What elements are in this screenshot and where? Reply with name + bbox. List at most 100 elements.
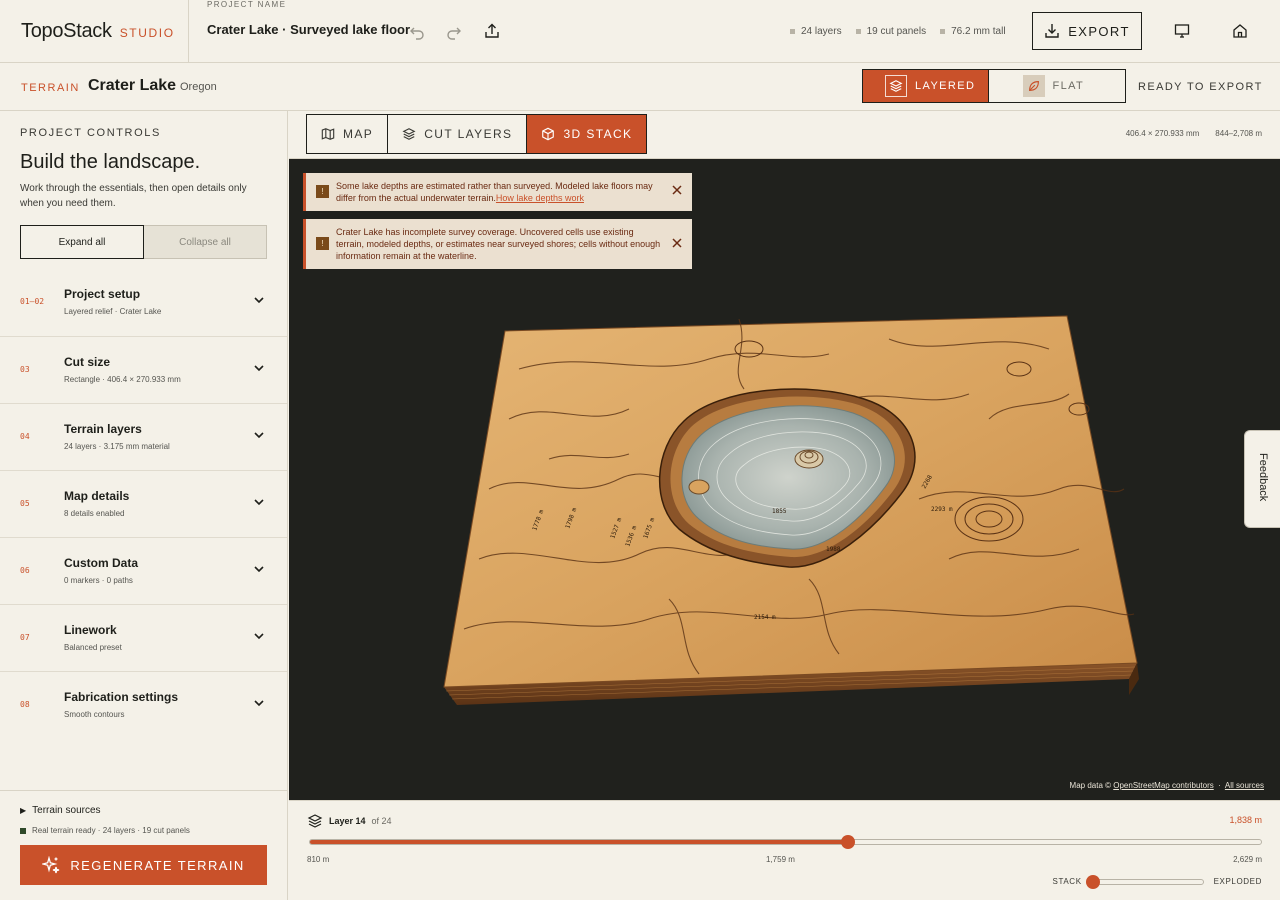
section-summary: Balanced preset [64,643,122,652]
accordion-section[interactable]: 07 Linework Balanced preset [0,604,287,671]
export-button[interactable]: EXPORT [1032,12,1142,50]
sidebar-eyebrow: PROJECT CONTROLS [20,127,161,139]
layers-icon [307,814,323,828]
undo-button[interactable] [406,21,428,43]
section-number: 04 [20,432,30,441]
current-layer-label: Layer 14 [329,816,366,826]
project-controls-sidebar: PROJECT CONTROLS Build the landscape. Wo… [0,111,288,900]
download-icon [1045,24,1059,38]
terrain-header: TERRAIN Crater Lake Oregon LAYERED FLAT … [0,63,1280,111]
chevron-down-icon [254,297,264,304]
section-number: 08 [20,700,30,709]
view-toolbar: MAP CUT LAYERS 3D STACK 406.4 × 270.933 … [289,111,1280,159]
sidebar-description: Work through the essentials, then open d… [20,183,247,209]
accordion-section[interactable]: 08 Fabrication settings Smooth contours [0,671,287,738]
tab-cut-layers[interactable]: CUT LAYERS [387,115,526,153]
model-size: 406.4 × 270.933 mm [1125,129,1200,138]
section-title: Map details [64,489,130,503]
stat-height: 76.2 mm tall [940,26,1006,37]
how-lake-depths-work-link[interactable]: How lake depths work [496,193,584,203]
chevron-down-icon [254,700,264,707]
layer-slider-panel: Layer 14 of 24 1,838 m 810 m 1,759 m 2,6… [289,800,1280,900]
section-summary: Rectangle · 406.4 × 270.933 mm [64,375,181,384]
tab-3d-stack-label: 3D STACK [563,127,633,141]
section-summary: Smooth contours [64,710,125,719]
undo-icon [410,27,424,40]
chevron-down-icon [254,365,264,372]
terrain-label: TERRAIN [21,82,80,94]
regenerate-terrain-label: REGENERATE TERRAIN [70,857,245,873]
elevation-min: 810 m [307,855,330,864]
accordion-section[interactable]: 03 Cut size Rectangle · 406.4 × 270.933 mm [0,336,287,403]
top-divider [188,0,189,63]
share-button[interactable] [481,20,503,42]
brand-suffix: STUDIO [119,26,175,40]
project-title[interactable]: Crater Lake · Surveyed lake floor [207,22,410,37]
brand-name: TopoStack [21,20,112,42]
explode-exploded-label: EXPLODED [1213,877,1262,886]
redo-button[interactable] [443,21,465,43]
warning-lake-depths-text: Some lake depths are estimated rather th… [336,181,653,203]
accordion-section[interactable]: 06 Custom Data 0 markers · 0 paths [0,537,287,604]
tab-cut-layers-label: CUT LAYERS [424,127,513,141]
total-layers-label: of 24 [371,816,392,826]
explode-slider-handle[interactable] [1085,874,1100,889]
section-number: 06 [20,566,30,575]
render-mode-toggle: LAYERED FLAT [862,69,1126,103]
chevron-down-icon [254,432,264,439]
osm-contributors-link[interactable]: OpenStreetMap contributors [1113,781,1214,790]
mode-flat-button[interactable]: FLAT [987,70,1125,102]
project-name-label: PROJECT NAME [207,0,287,9]
desktop-preview-button[interactable] [1171,20,1193,42]
top-bar: TopoStack STUDIO PROJECT NAME Crater Lak… [0,0,1280,63]
chevron-down-icon [254,499,264,506]
map-attribution: Map data © OpenStreetMap contributors · … [1069,781,1264,790]
contour-label: 2154 m [754,614,776,621]
3d-stack-viewport[interactable]: 1855 2154 m 2293 m 1778 m 1798 m 1527 m … [289,159,1280,800]
terrain-sources-toggle[interactable]: ▶ Terrain sources [20,805,101,816]
section-summary: 0 markers · 0 paths [64,576,133,585]
export-label: EXPORT [1068,23,1130,39]
elevation-mid: 1,759 m [766,855,795,864]
chevron-down-icon [254,566,264,573]
mode-layered-label: LAYERED [915,80,976,92]
close-icon[interactable] [670,236,684,250]
terrain-name: Crater Lake [88,77,177,94]
section-title: Fabrication settings [64,690,179,704]
accordion-section[interactable]: 01–02 Project setup Layered relief · Crate… [0,269,287,336]
terrain-region: Oregon [180,81,217,93]
section-title: Linework [64,623,117,637]
layer-slider-track[interactable] [309,835,1262,849]
section-title: Terrain layers [64,422,142,436]
accordion-section[interactable]: 05 Map details 8 details enabled [0,470,287,537]
explode-slider-track[interactable] [1085,874,1204,889]
layer-indicator: Layer 14 of 24 [307,813,392,829]
warning-survey-coverage: ! Crater Lake has incomplete survey cove… [303,219,692,269]
collapse-all-button[interactable]: Collapse all [144,226,266,258]
project-stats: 24 layers 19 cut panels 76.2 mm tall [790,26,1006,37]
mode-layered-button[interactable]: LAYERED [863,70,988,102]
close-icon[interactable] [670,183,684,197]
expand-all-button[interactable]: Expand all [20,225,144,259]
current-elevation: 1,838 m [1229,815,1262,825]
tab-map[interactable]: MAP [307,115,387,153]
chevron-down-icon [254,633,264,640]
brand-logo[interactable]: TopoStack STUDIO [21,20,175,43]
section-number: 07 [20,633,30,642]
contour-label: 2293 m [931,506,953,513]
home-button[interactable] [1229,20,1251,42]
layers-icon [402,128,416,140]
all-sources-link[interactable]: All sources [1225,781,1264,790]
regenerate-terrain-button[interactable]: REGENERATE TERRAIN [20,845,267,885]
contour-label: 1855 [772,508,787,515]
layer-slider-handle[interactable] [840,835,855,849]
explode-control: STACK EXPLODED [1053,874,1262,889]
upload-icon [485,23,499,38]
layer-slider-fill [310,840,848,844]
section-summary: 24 layers · 3.175 mm material [64,442,170,451]
feedback-tab[interactable]: Feedback [1244,430,1280,528]
monitor-icon [1174,24,1190,38]
accordion-section[interactable]: 04 Terrain layers 24 layers · 3.175 mm mat… [0,403,287,470]
section-title: Cut size [64,355,111,369]
tab-3d-stack[interactable]: 3D STACK [526,115,647,153]
